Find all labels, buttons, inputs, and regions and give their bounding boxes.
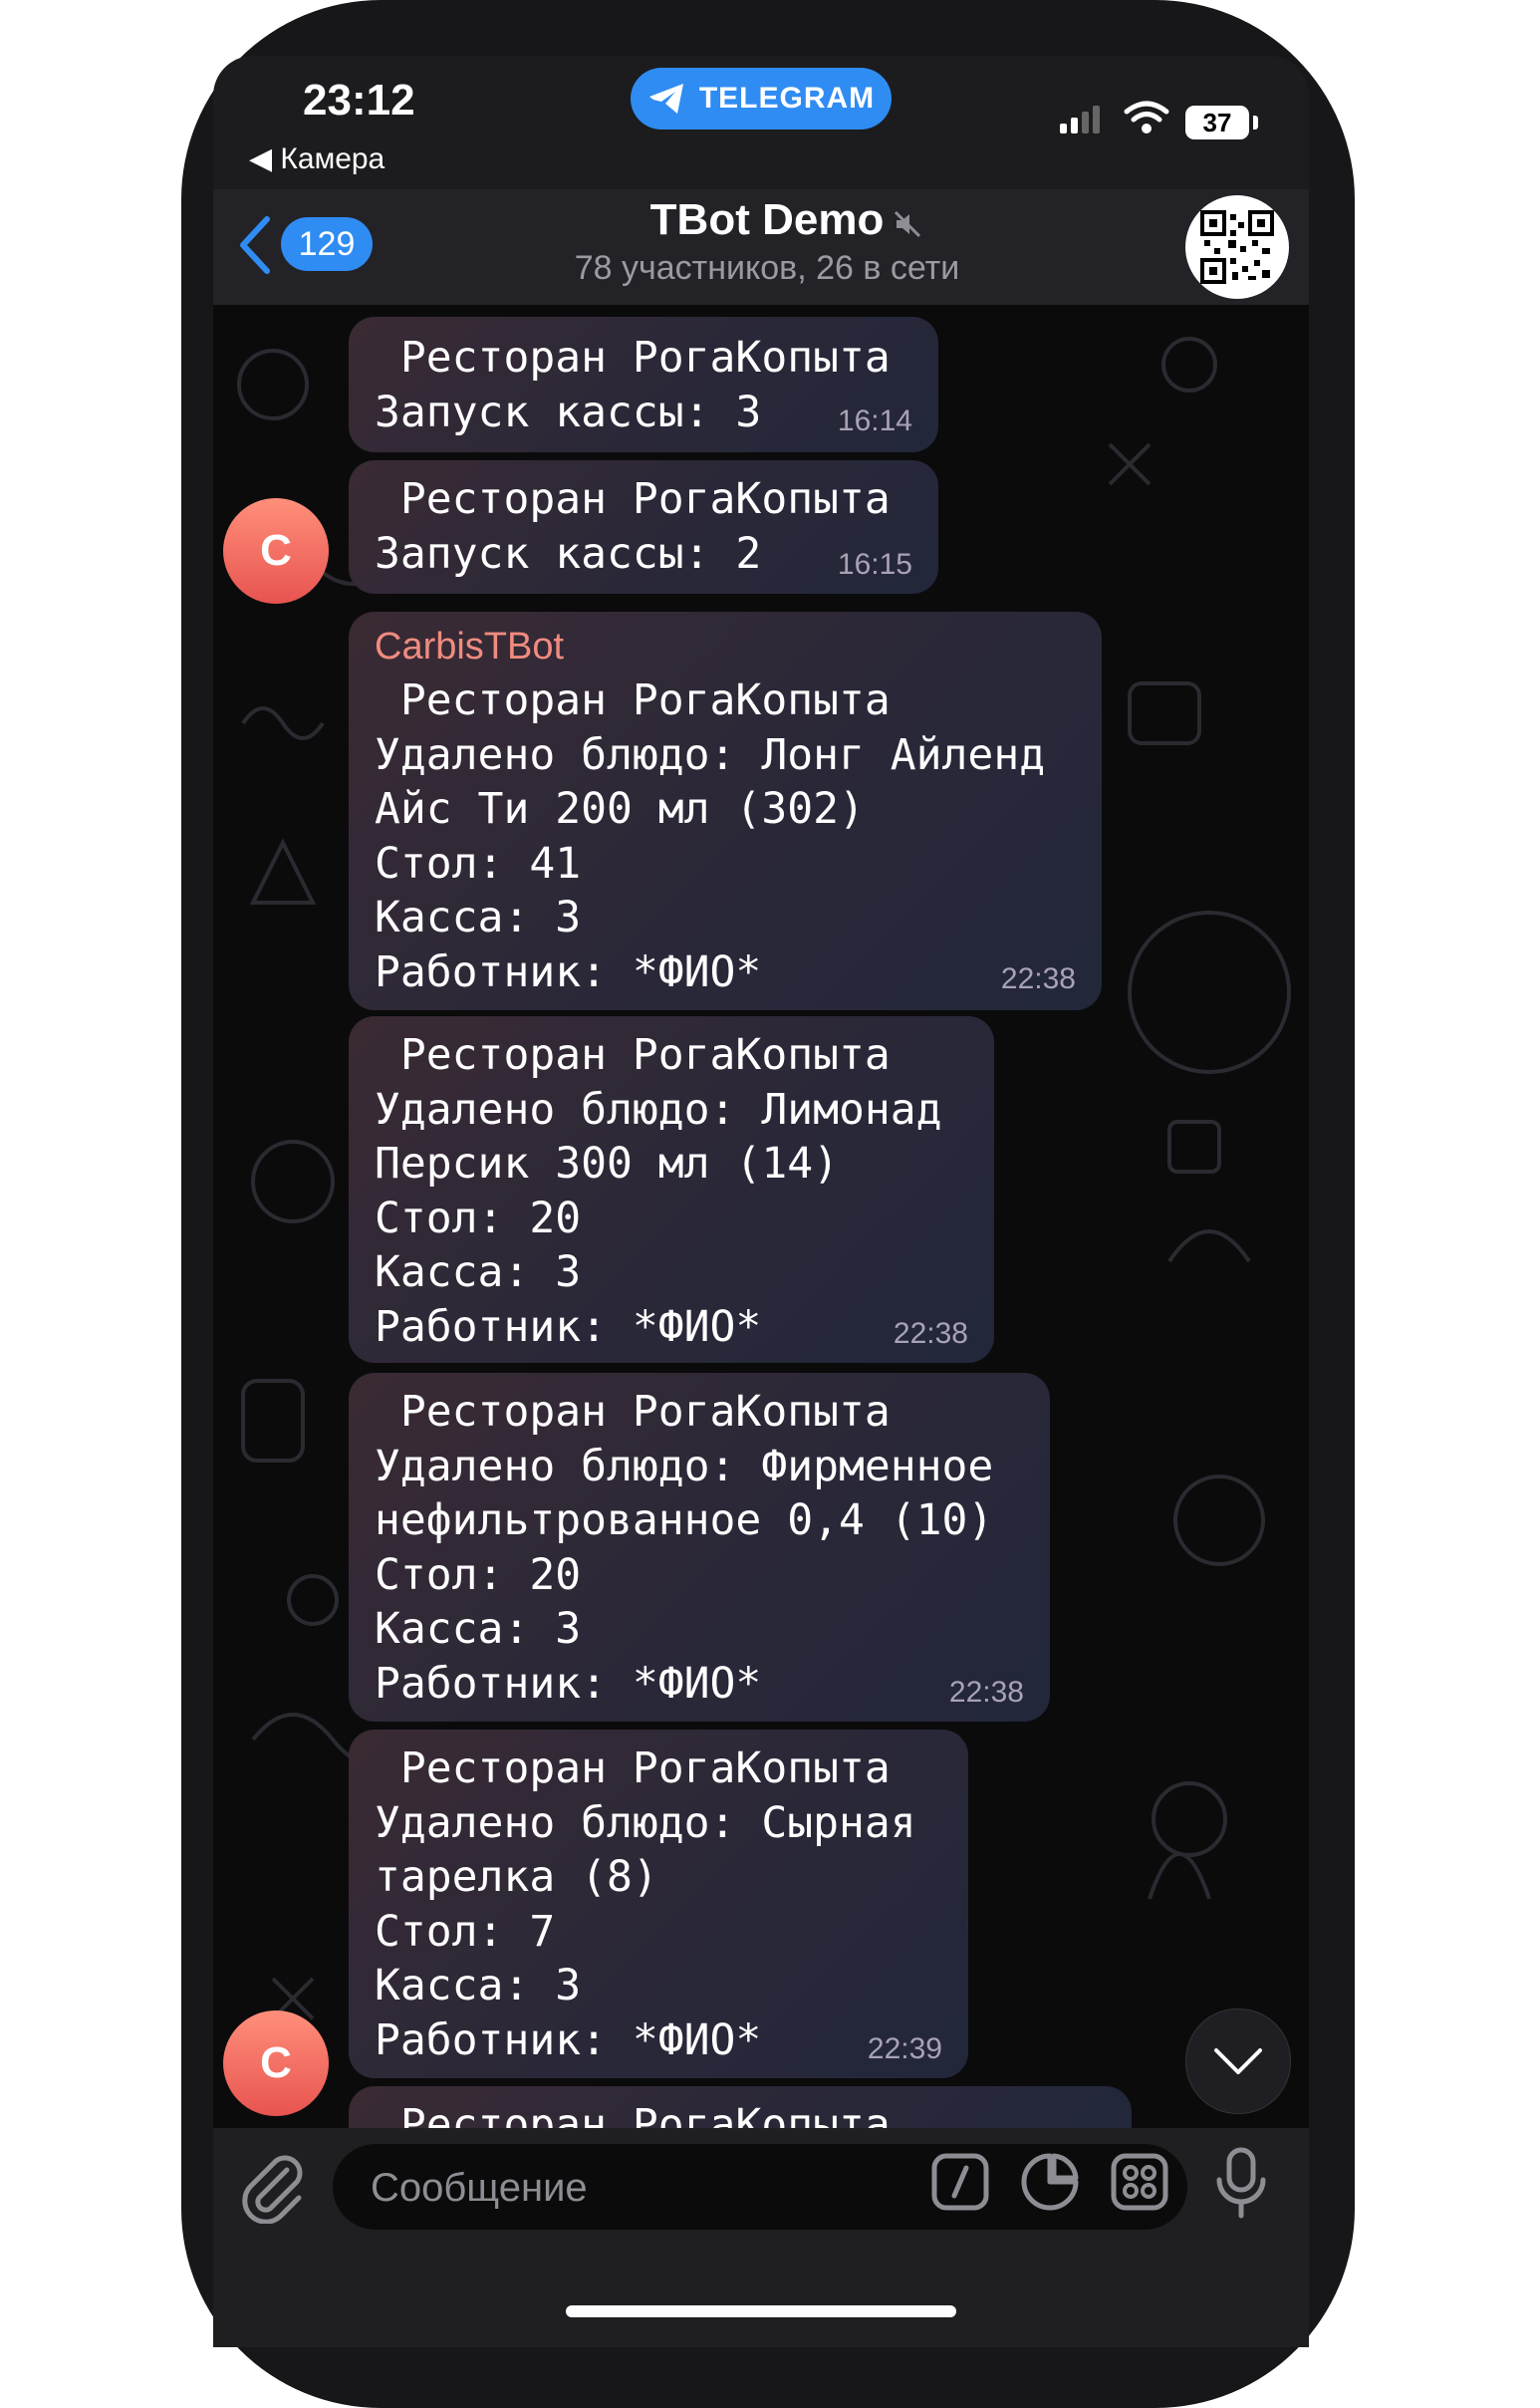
battery-icon: 37 — [1185, 106, 1249, 139]
message-time: 22:38 — [948, 1676, 1024, 1709]
message-text: Ресторан РогаКопыта Удалено блюдо: Лимон… — [375, 1030, 942, 1352]
scroll-down-button[interactable] — [1185, 2008, 1291, 2114]
message-bubble[interactable]: Ресторан РогаКопыта Удалено блюдо: Сырна… — [349, 1730, 968, 2078]
wifi-icon — [1124, 101, 1169, 134]
unread-count-badge[interactable]: 129 — [281, 217, 373, 271]
qr-code-icon — [1200, 210, 1274, 284]
telegram-pill[interactable]: TELEGRAM — [631, 68, 892, 130]
message-text: Ресторан РогаКопыта Запуск кассы: 3 — [375, 333, 891, 437]
telegram-plane-icon — [648, 84, 683, 114]
back-chevron-icon[interactable] — [235, 215, 275, 275]
message-time: 22:38 — [893, 1317, 968, 1350]
sticker-icon[interactable] — [1020, 2152, 1080, 2212]
message-text: Ресторан РогаКопыта Удалено блюдо: Сырна… — [375, 1743, 916, 2065]
message-text: Ресторан РогаКопыта — [375, 2100, 891, 2128]
status-time: 23:12 — [303, 76, 415, 125]
command-icon[interactable] — [930, 2152, 990, 2212]
group-avatar[interactable] — [1185, 195, 1289, 299]
chevron-down-icon — [1214, 2048, 1262, 2074]
message-time: 16:14 — [837, 404, 912, 437]
message-bubble[interactable]: Ресторан РогаКопыта Запуск кассы: 2 16:1… — [349, 460, 938, 594]
message-time: 22:39 — [867, 2032, 942, 2065]
message-text: Ресторан РогаКопыта Удалено блюдо: Фирме… — [375, 1387, 994, 1709]
message-bubble[interactable]: Ресторан РогаКопыта Запуск кассы: 3 16:1… — [349, 317, 938, 452]
battery-nub — [1253, 116, 1258, 130]
home-indicator[interactable] — [566, 2305, 956, 2317]
message-text: Ресторан РогаКопыта Запуск кассы: 2 — [375, 474, 891, 579]
microphone-icon[interactable] — [1215, 2146, 1267, 2220]
sender-avatar[interactable]: C — [223, 2010, 329, 2116]
signal-icon — [1060, 106, 1100, 134]
sender-avatar[interactable]: C — [223, 498, 329, 604]
message-text: Ресторан РогаКопыта Удалено блюдо: Лонг … — [375, 675, 1046, 997]
paperclip-icon[interactable] — [239, 2152, 309, 2224]
chat-subtitle: 78 участников, 26 в сети — [574, 249, 960, 287]
message-time: 16:15 — [837, 548, 912, 581]
message-input[interactable] — [369, 2144, 910, 2232]
sender-name[interactable]: CarbisTBot — [375, 626, 564, 669]
back-to-app-link[interactable]: ◀ Камера — [249, 141, 385, 176]
message-bubble[interactable]: Ресторан РогаКопыта Удалено блюдо: Фирме… — [349, 1373, 1050, 1722]
telegram-pill-label: TELEGRAM — [698, 82, 876, 115]
mute-icon — [894, 210, 921, 238]
emoji-grid-icon[interactable] — [1110, 2152, 1169, 2212]
message-bubble[interactable]: Ресторан РогаКопыта — [349, 2086, 1132, 2128]
message-bubble[interactable]: CarbisTBot Ресторан РогаКопыта Удалено б… — [349, 612, 1102, 1010]
message-bubble[interactable]: Ресторан РогаКопыта Удалено блюдо: Лимон… — [349, 1016, 994, 1363]
message-time: 22:38 — [1000, 962, 1076, 995]
